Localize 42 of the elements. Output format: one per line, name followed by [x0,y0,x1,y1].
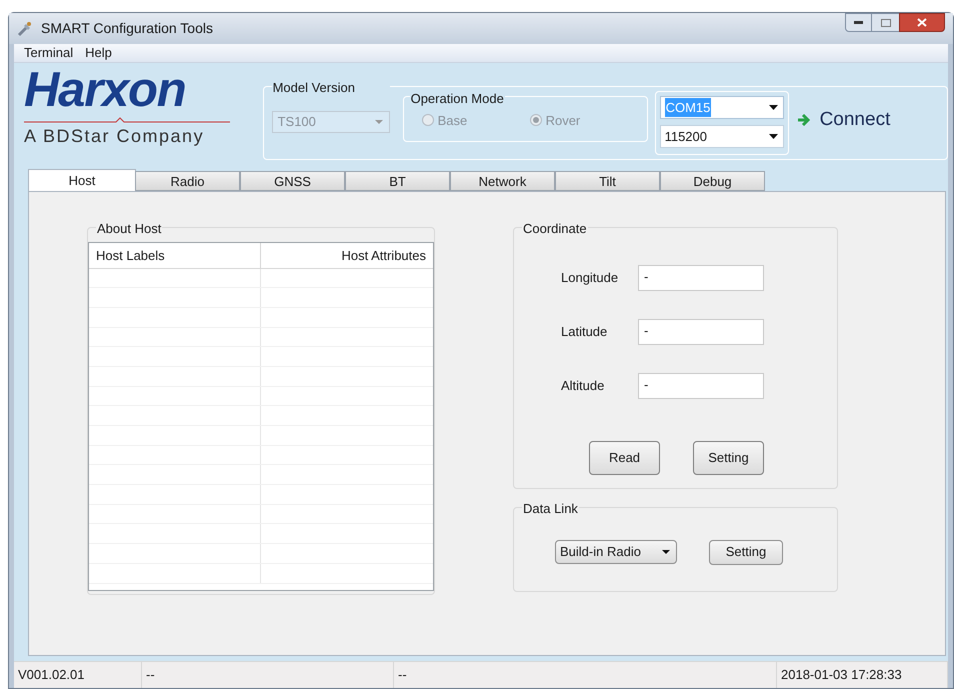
baud-rate-dropdown[interactable]: 115200 [660,125,784,148]
setting-button[interactable]: Setting [709,540,783,564]
close-button[interactable] [899,13,945,32]
minimize-button[interactable] [845,13,872,32]
connect-button[interactable]: Connect [796,106,890,134]
arrow-right-icon [796,114,810,126]
status-cell: 2018-01-03 17:28:33 [777,662,948,688]
tab[interactable]: Debug [660,171,765,191]
data-link-dropdown[interactable]: Build-in Radio [555,540,677,564]
tab[interactable]: Tilt [555,171,660,191]
column-header[interactable]: Host Labels [89,242,261,268]
tab[interactable]: Host [28,169,136,191]
tab[interactable]: GNSS [240,171,345,191]
tools-icon [17,20,33,36]
dropdown-arrow-icon [768,134,778,139]
logo-tagline: A BDStar Company [24,125,206,148]
menu-item[interactable]: Help [85,43,112,63]
dropdown-arrow-icon [768,105,778,110]
group-label: About Host [96,221,162,236]
field-label: Latitude [561,322,608,341]
coordinate-button[interactable]: Setting [693,440,764,474]
input-field[interactable]: - [638,318,764,344]
tab[interactable]: Radio [135,171,240,191]
input-field[interactable]: - [638,264,764,290]
column-header[interactable]: Host Attributes [261,242,433,268]
tab[interactable]: Network [450,171,555,191]
close-icon [917,18,927,27]
logo-text: Harxon [24,65,186,115]
tab[interactable]: BT [345,171,450,191]
window-title: SMART Configuration Tools [41,19,213,38]
dropdown-arrow-icon [662,550,670,554]
status-cell: V001.02.01 [14,662,142,688]
coordinate-button[interactable]: Read [589,440,660,474]
status-cell: -- [142,662,394,688]
menu-item[interactable]: Terminal [24,43,74,63]
minimize-icon [854,21,863,24]
dropdown-arrow-icon [374,120,383,124]
status-cell: -- [394,662,777,688]
input-field[interactable]: - [638,372,764,398]
maximize-icon [880,18,890,26]
field-label: Altitude [561,376,606,395]
field-label: Longitude [561,268,620,287]
